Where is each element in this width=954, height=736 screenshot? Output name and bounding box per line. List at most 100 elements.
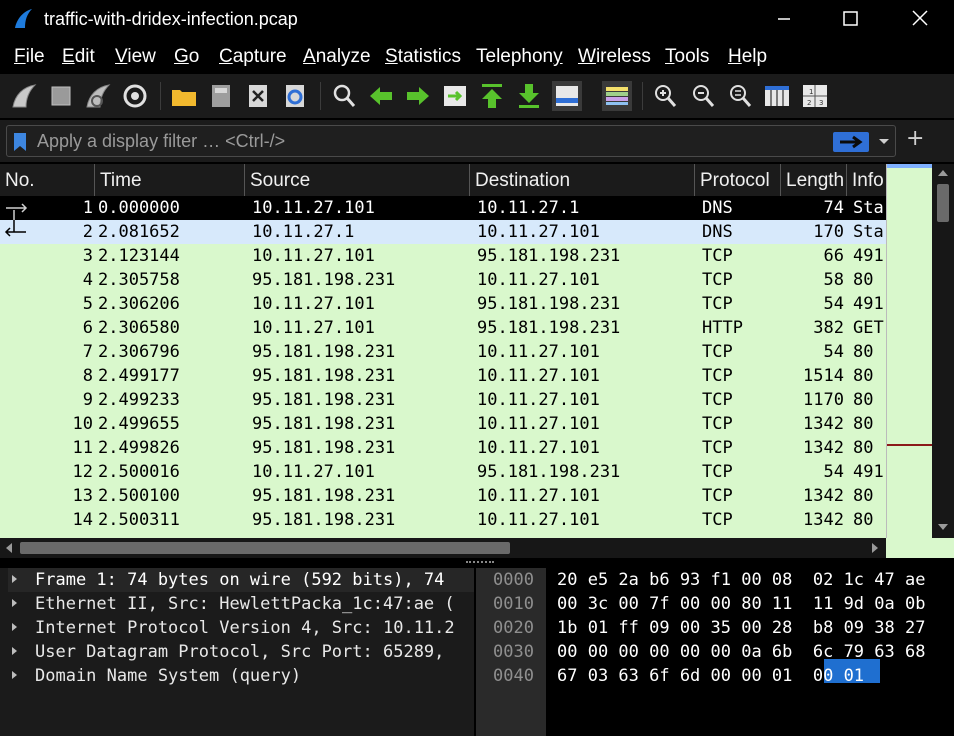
restart-capture-icon[interactable]: [83, 81, 113, 111]
packet-row[interactable]: 3 2.123144 10.11.27.101 95.181.198.231 TCP 66…: [0, 244, 886, 268]
capture-options-icon[interactable]: [120, 81, 150, 111]
expand-arrow-icon[interactable]: [8, 596, 20, 610]
maximize-button[interactable]: [836, 6, 864, 32]
column-header-time[interactable]: Time: [95, 164, 245, 196]
scrollbar-thumb[interactable]: [937, 184, 949, 222]
detail-ipv4[interactable]: Internet Protocol Version 4, Src: 10.11.…: [8, 616, 474, 640]
detail-ethernet[interactable]: Ethernet II, Src: HewlettPacka_1c:47:ae …: [8, 592, 474, 616]
go-to-packet-icon[interactable]: [440, 81, 470, 111]
column-header-source[interactable]: Source: [245, 164, 470, 196]
cell-info: 491: [853, 294, 884, 314]
detail-frame[interactable]: Frame 1: 74 bytes on wire (592 bits), 74: [8, 568, 474, 592]
scroll-up-icon[interactable]: [937, 168, 949, 178]
column-header-info[interactable]: Info: [847, 164, 886, 196]
packet-row[interactable]: 10 2.499655 95.181.198.231 10.11.27.101 TCP 1…: [0, 412, 886, 436]
menu-go[interactable]: Go: [174, 46, 199, 68]
packet-row[interactable]: 2 2.081652 10.11.27.1 10.11.27.101 DNS 170 Sta: [0, 220, 886, 244]
scrollbar-thumb[interactable]: [20, 542, 510, 554]
open-file-icon[interactable]: [169, 81, 199, 111]
packet-row[interactable]: 12 2.500016 10.11.27.101 95.181.198.231 TCP 5…: [0, 460, 886, 484]
cell-protocol: TCP: [702, 390, 733, 410]
split-columns-icon[interactable]: 1 2 3: [800, 81, 830, 111]
close-file-icon[interactable]: [243, 81, 273, 111]
start-capture-icon[interactable]: [9, 81, 39, 111]
packet-row[interactable]: 5 2.306206 10.11.27.101 95.181.198.231 TCP 54…: [0, 292, 886, 316]
packet-row[interactable]: 1 0.000000 10.11.27.101 10.11.27.1 DNS 74 Sta: [0, 196, 886, 220]
colorize-icon[interactable]: [602, 81, 632, 111]
packet-row[interactable]: 11 2.499826 95.181.198.231 10.11.27.101 TCP 1…: [0, 436, 886, 460]
packet-row[interactable]: 6 2.306580 10.11.27.101 95.181.198.231 HTTP 3…: [0, 316, 886, 340]
cell-source: 95.181.198.231: [252, 366, 396, 386]
detail-dns[interactable]: Domain Name System (query): [8, 664, 474, 688]
menu-help[interactable]: Help: [728, 46, 767, 68]
add-filter-button-icon[interactable]: +: [906, 126, 924, 151]
menu-telephony[interactable]: Telephony: [476, 46, 563, 68]
packet-minimap[interactable]: [886, 164, 933, 538]
packet-row[interactable]: 14 2.500311 95.181.198.231 10.11.27.101 TCP 1…: [0, 508, 886, 532]
menu-statistics[interactable]: Statistics: [385, 46, 461, 68]
zoom-in-icon[interactable]: [650, 81, 680, 111]
auto-scroll-icon[interactable]: [552, 81, 582, 111]
cell-time: 2.305758: [98, 270, 180, 290]
menu-edit[interactable]: Edit: [62, 46, 95, 68]
normal-size-icon[interactable]: [725, 81, 755, 111]
cell-length: 1342: [803, 486, 844, 506]
column-header-no[interactable]: No.: [0, 164, 95, 196]
cell-info: 80 -: [853, 366, 886, 386]
cell-protocol: TCP: [702, 246, 733, 266]
packet-row[interactable]: 9 2.499233 95.181.198.231 10.11.27.101 TCP 11…: [0, 388, 886, 412]
stop-capture-icon[interactable]: [46, 81, 76, 111]
menu-capture[interactable]: Capture: [219, 46, 287, 68]
scroll-left-icon[interactable]: [4, 542, 14, 554]
cell-time: 2.499655: [98, 414, 180, 434]
packet-list-horizontal-scrollbar[interactable]: [0, 538, 886, 558]
expand-arrow-icon[interactable]: [8, 620, 20, 634]
go-forward-icon[interactable]: [403, 81, 433, 111]
resize-columns-icon[interactable]: [762, 81, 792, 111]
scroll-down-icon[interactable]: [937, 522, 949, 532]
bookmark-icon[interactable]: [12, 132, 28, 152]
reload-file-icon[interactable]: [280, 81, 310, 111]
apply-filter-button[interactable]: [833, 132, 869, 152]
packet-list-vertical-scrollbar[interactable]: [932, 164, 954, 538]
menu-analyze[interactable]: Analyze: [303, 46, 371, 68]
menu-tools[interactable]: Tools: [665, 46, 709, 68]
close-button[interactable]: [906, 6, 934, 32]
find-packet-icon[interactable]: [329, 81, 359, 111]
column-header-protocol[interactable]: Protocol: [695, 164, 781, 196]
menu-view[interactable]: View: [115, 46, 156, 68]
zoom-out-icon[interactable]: [688, 81, 718, 111]
cell-time: 2.500311: [98, 510, 180, 530]
expand-arrow-icon[interactable]: [8, 644, 20, 658]
go-first-icon[interactable]: [477, 81, 507, 111]
column-header-destination[interactable]: Destination: [470, 164, 695, 196]
save-file-icon[interactable]: [206, 81, 236, 111]
detail-udp[interactable]: User Datagram Protocol, Src Port: 65289,: [8, 640, 474, 664]
window-title: traffic-with-dridex-infection.pcap: [44, 9, 298, 29]
packet-row[interactable]: 4 2.305758 95.181.198.231 10.11.27.101 TCP 58…: [0, 268, 886, 292]
chevron-down-icon[interactable]: [875, 130, 893, 152]
cell-destination: 10.11.27.1: [477, 198, 580, 218]
cell-no: 7: [82, 342, 93, 362]
expand-arrow-icon[interactable]: [8, 668, 20, 682]
go-back-icon[interactable]: [366, 81, 396, 111]
cell-protocol: TCP: [702, 342, 733, 362]
column-header-length[interactable]: Length: [781, 164, 847, 196]
detail-text: Frame 1: 74 bytes on wire (592 bits), 74: [35, 570, 445, 590]
packet-row[interactable]: 8 2.499177 95.181.198.231 10.11.27.101 TCP 15…: [0, 364, 886, 388]
go-last-icon[interactable]: [514, 81, 544, 111]
menu-file[interactable]: File: [14, 46, 45, 68]
cell-destination: 95.181.198.231: [477, 318, 621, 338]
menu-wireless[interactable]: Wireless: [578, 46, 651, 68]
cell-destination: 95.181.198.231: [477, 294, 621, 314]
svg-text:2: 2: [807, 99, 811, 107]
packet-row[interactable]: 7 2.306796 95.181.198.231 10.11.27.101 TCP 54…: [0, 340, 886, 364]
scroll-right-icon[interactable]: [870, 542, 880, 554]
packet-row[interactable]: 13 2.500100 95.181.198.231 10.11.27.101 TCP 1…: [0, 484, 886, 508]
display-filter-input[interactable]: [37, 128, 827, 154]
pane-splitter[interactable]: [0, 558, 954, 568]
expand-arrow-icon[interactable]: [8, 572, 20, 586]
packet-bytes-pane[interactable]: 0000 0010 0020 0030 0040 20 e5 2a b6 93 …: [476, 568, 954, 736]
minimize-button[interactable]: [770, 6, 798, 32]
cell-info: 80 -: [853, 390, 886, 410]
